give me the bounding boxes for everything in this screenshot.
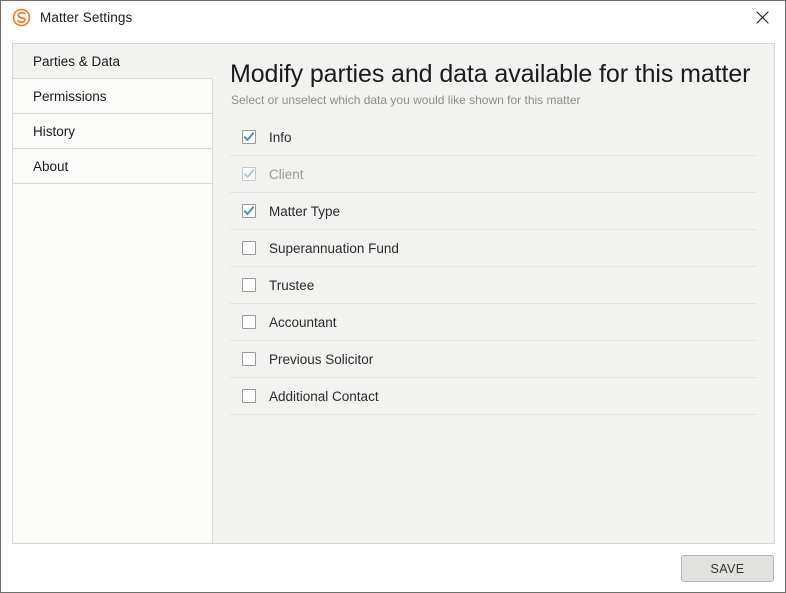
window-title: Matter Settings <box>40 9 133 25</box>
option-row-info[interactable]: Info <box>230 119 756 156</box>
sidebar-item-label: About <box>33 158 69 174</box>
title-bar: Matter Settings <box>1 1 785 33</box>
sidebar-nav: Parties & Data Permissions History About <box>13 44 213 543</box>
checkbox-info[interactable] <box>242 130 256 144</box>
option-label: Info <box>269 129 292 145</box>
page-title: Modify parties and data available for th… <box>230 60 751 88</box>
sidebar-item-permissions[interactable]: Permissions <box>13 79 213 114</box>
save-button[interactable]: SAVE <box>681 555 774 582</box>
sidebar-item-label: History <box>33 123 76 139</box>
swirl-logo-icon <box>12 8 31 26</box>
option-row-accountant[interactable]: Accountant <box>230 304 756 341</box>
checkmark-icon <box>243 206 255 215</box>
page-subtitle: Select or unselect which data you would … <box>231 93 581 107</box>
checkbox-trustee[interactable] <box>242 278 256 292</box>
close-button[interactable] <box>739 1 785 33</box>
close-icon <box>755 10 769 24</box>
option-label: Previous Solicitor <box>269 351 374 367</box>
checkbox-accountant[interactable] <box>242 315 256 329</box>
sidebar-empty-area <box>13 184 213 543</box>
option-row-previous-solicitor[interactable]: Previous Solicitor <box>230 341 756 378</box>
checkbox-additional-contact[interactable] <box>242 389 256 403</box>
sidebar-item-label: Permissions <box>33 88 107 104</box>
option-label: Trustee <box>269 277 315 293</box>
content-area: Modify parties and data available for th… <box>213 44 774 543</box>
option-label: Client <box>269 166 304 182</box>
option-row-matter-type[interactable]: Matter Type <box>230 193 756 230</box>
checkbox-superannuation-fund[interactable] <box>242 241 256 255</box>
sidebar-item-about[interactable]: About <box>13 149 213 184</box>
sidebar-item-history[interactable]: History <box>13 114 213 149</box>
footer-bar: SAVE <box>1 544 785 592</box>
checkbox-client <box>242 167 256 181</box>
matter-settings-window: Matter Settings Parties & Data Permissio… <box>0 0 786 593</box>
options-list: Info Client Matter Type Superannuation F… <box>230 119 756 415</box>
option-row-additional-contact[interactable]: Additional Contact <box>230 378 756 415</box>
option-row-superannuation-fund[interactable]: Superannuation Fund <box>230 230 756 267</box>
checkmark-icon <box>243 169 255 178</box>
option-row-trustee[interactable]: Trustee <box>230 267 756 304</box>
sidebar-item-parties-and-data[interactable]: Parties & Data <box>13 44 213 79</box>
option-label: Matter Type <box>269 203 341 219</box>
checkbox-matter-type[interactable] <box>242 204 256 218</box>
checkbox-previous-solicitor[interactable] <box>242 352 256 366</box>
option-row-client: Client <box>230 156 756 193</box>
option-label: Additional Contact <box>269 388 379 404</box>
option-label: Accountant <box>269 314 337 330</box>
option-label: Superannuation Fund <box>269 240 399 256</box>
settings-panel: Parties & Data Permissions History About… <box>12 43 775 544</box>
sidebar-item-label: Parties & Data <box>33 53 121 69</box>
checkmark-icon <box>243 132 255 141</box>
